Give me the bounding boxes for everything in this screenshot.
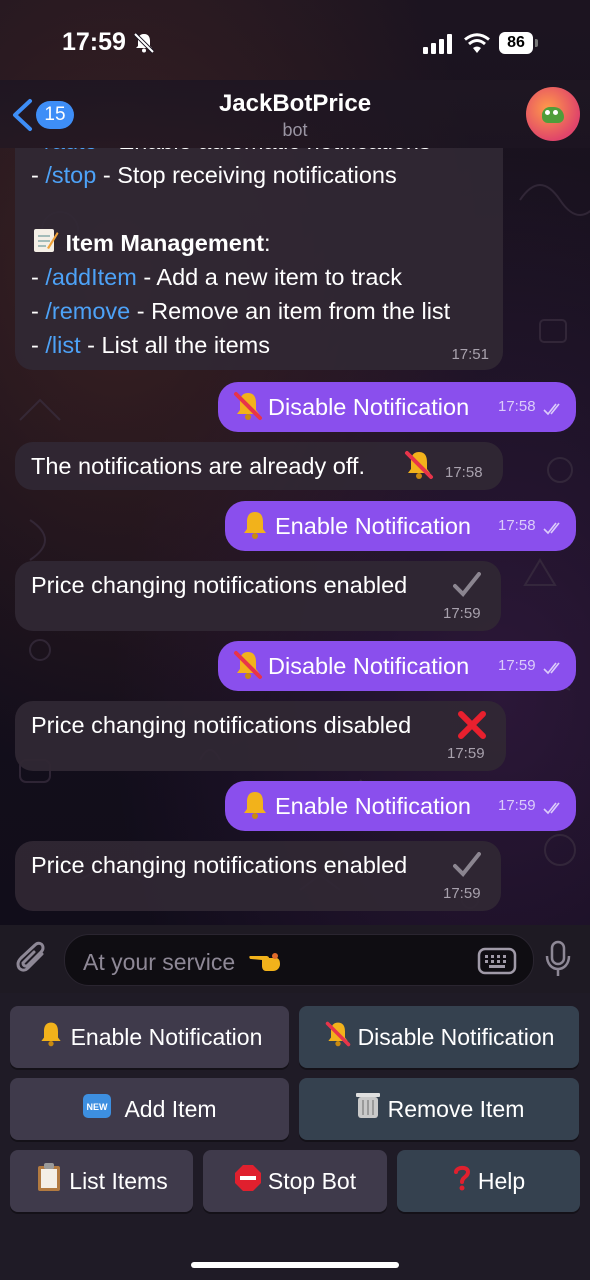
chat-header: 15 JackBotPrice bot (0, 80, 590, 148)
new-badge-text: NEW (87, 1102, 109, 1112)
message-time: 17:58 (445, 464, 483, 481)
button-label: Disable Notification (357, 1024, 555, 1050)
pointing-hand-icon (248, 953, 280, 971)
bell-slash-icon (234, 651, 262, 679)
command-link[interactable]: /list (45, 332, 80, 358)
help-line-stop: - /stop - Stop receiving notifications (31, 162, 397, 188)
button-label: Remove Item (387, 1096, 525, 1122)
bell-slash-icon (325, 1021, 350, 1047)
command-link[interactable]: /addItem (45, 264, 136, 290)
message-outgoing: Disable Notification 17:58 (218, 382, 576, 432)
message-outgoing: Enable Notification 17:58 (225, 501, 576, 551)
frog-avatar-icon (542, 107, 564, 123)
message-input[interactable]: At your service (64, 934, 534, 986)
placeholder-text: At your service (83, 949, 236, 975)
cross-icon (458, 711, 486, 739)
keyboard-icon[interactable] (477, 946, 517, 976)
double-check-icon (543, 522, 560, 535)
microphone-icon[interactable] (544, 940, 572, 978)
paperclip-icon[interactable] (14, 940, 50, 978)
message-time: 17:58 (498, 398, 536, 415)
remove-item-button[interactable]: Remove Item (299, 1078, 579, 1140)
bell-icon (40, 1022, 61, 1047)
question-icon (453, 1165, 470, 1191)
message-incoming: Price changing notifications enabled 17:… (15, 841, 501, 911)
home-indicator[interactable] (191, 1262, 399, 1268)
help-line-list: - /list - List all the items (31, 332, 270, 358)
silent-bell-icon (133, 32, 155, 54)
message-text: Disable Notification (268, 653, 470, 679)
command-link[interactable]: /remove (45, 298, 130, 324)
message-incoming: Price changing notifications disabled 17… (15, 701, 506, 771)
disable-notification-button[interactable]: Disable Notification (299, 1006, 579, 1068)
wifi-icon (464, 33, 490, 53)
battery-icon: 86 (499, 32, 538, 54)
bell-slash-icon (405, 451, 433, 479)
button-label: Help (477, 1168, 526, 1194)
enable-notification-button[interactable]: Enable Notification (10, 1006, 289, 1068)
check-icon (453, 572, 481, 597)
button-label: Add Item (124, 1096, 217, 1122)
command-link[interactable]: /stop (45, 162, 96, 188)
add-item-button[interactable]: NEW Add Item (10, 1078, 289, 1140)
bot-keyboard: Enable Notification Disable Notification… (0, 993, 590, 1280)
double-check-icon (543, 662, 560, 675)
message-time: 17:59 (498, 657, 536, 674)
trash-icon (355, 1093, 380, 1118)
button-label: Enable Notification (70, 1024, 263, 1050)
list-items-button[interactable]: List Items (10, 1150, 193, 1212)
double-check-icon (543, 802, 560, 815)
message-text: The notifications are already off. (31, 453, 365, 479)
help-line-additem: - /addItem - Add a new item to track (31, 264, 402, 290)
message-text: Disable Notification (268, 394, 470, 420)
message-text: Price changing notifications enabled (31, 572, 408, 598)
memo-icon (34, 229, 59, 252)
help-line-remove: - /remove - Remove an item from the list (31, 298, 451, 324)
message-time: 17:58 (498, 517, 536, 534)
command-desc: - List all the items (80, 332, 270, 358)
command-desc: - Add a new item to track (136, 264, 402, 290)
message-text: Price changing notifications disabled (31, 712, 412, 738)
stop-sign-icon (234, 1165, 261, 1191)
bell-slash-icon (234, 392, 262, 420)
stop-bot-button[interactable]: Stop Bot (203, 1150, 387, 1212)
bell-icon (244, 792, 266, 819)
check-icon (453, 852, 481, 877)
composer-bar: At your service (0, 925, 590, 993)
section-colon: : (264, 230, 271, 256)
message-incoming: The notifications are already off. 17:58 (15, 442, 503, 490)
message-help: - /auto - Enable automatic notifications… (15, 148, 503, 370)
message-time: 17:51 (451, 346, 489, 363)
new-badge-icon: NEW (83, 1094, 112, 1118)
message-time: 17:59 (443, 885, 481, 902)
chat-title[interactable]: JackBotPrice (0, 90, 590, 118)
input-placeholder: At your service (83, 947, 282, 976)
message-time: 17:59 (443, 605, 481, 622)
message-text: Price changing notifications enabled (31, 852, 408, 878)
message-text: Enable Notification (275, 513, 471, 539)
signal-icon (423, 34, 452, 54)
message-outgoing: Disable Notification 17:59 (218, 641, 576, 691)
double-check-icon (543, 403, 560, 416)
message-outgoing: Enable Notification 17:59 (225, 781, 576, 831)
status-time: 17:59 (62, 28, 126, 56)
status-bar: 17:59 86 (0, 0, 590, 80)
chat-subtitle: bot (282, 120, 308, 140)
bot-avatar[interactable] (526, 87, 580, 141)
bell-icon (244, 512, 266, 539)
clipboard-icon (38, 1163, 61, 1191)
message-incoming: Price changing notifications enabled 17:… (15, 561, 501, 631)
message-time: 17:59 (498, 797, 536, 814)
section-title: Item Management (65, 230, 265, 256)
command-desc: - Stop receiving notifications (96, 162, 397, 188)
message-text: Enable Notification (275, 793, 471, 819)
help-button[interactable]: Help (397, 1150, 580, 1212)
button-label: Stop Bot (267, 1168, 357, 1194)
button-label: List Items (69, 1168, 168, 1194)
message-time: 17:59 (447, 745, 485, 762)
command-desc: - Remove an item from the list (130, 298, 451, 324)
help-section-header: Item Management: (31, 226, 271, 260)
